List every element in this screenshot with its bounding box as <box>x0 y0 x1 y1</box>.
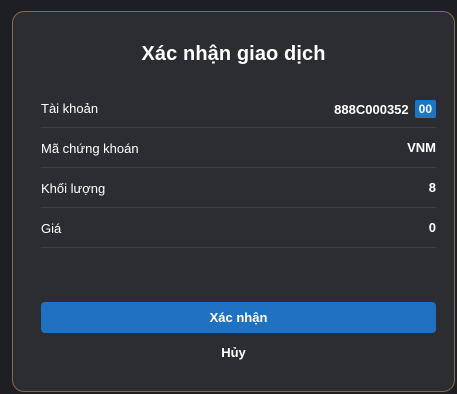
quantity-label: Khối lượng <box>41 181 106 196</box>
quantity-row: Khối lượng 8 <box>41 168 436 208</box>
quantity-value: 8 <box>428 180 436 195</box>
confirm-button[interactable]: Xác nhận <box>41 302 436 333</box>
account-row: Tài khoản 888C000352 00 <box>41 88 436 128</box>
sub-account-badge: 00 <box>414 100 436 118</box>
account-value-group: 888C000352 00 <box>334 100 436 118</box>
cancel-button[interactable]: Hủy <box>13 345 454 360</box>
confirm-transaction-dialog: Xác nhận giao dịch Tài khoản 888C000352 … <box>12 11 455 392</box>
transaction-details: Tài khoản 888C000352 00 Mã chứng khoán V… <box>41 88 436 248</box>
symbol-row: Mã chứng khoán VNM <box>41 128 436 168</box>
symbol-label: Mã chứng khoán <box>41 141 139 156</box>
price-row: Giá 0 <box>41 208 436 248</box>
price-label: Giá <box>41 221 62 236</box>
price-value: 0 <box>428 220 436 235</box>
account-value: 888C000352 <box>334 101 409 117</box>
symbol-value: VNM <box>407 140 436 155</box>
dialog-title: Xác nhận giao dịch <box>141 43 326 65</box>
account-label: Tài khoản <box>41 101 99 116</box>
